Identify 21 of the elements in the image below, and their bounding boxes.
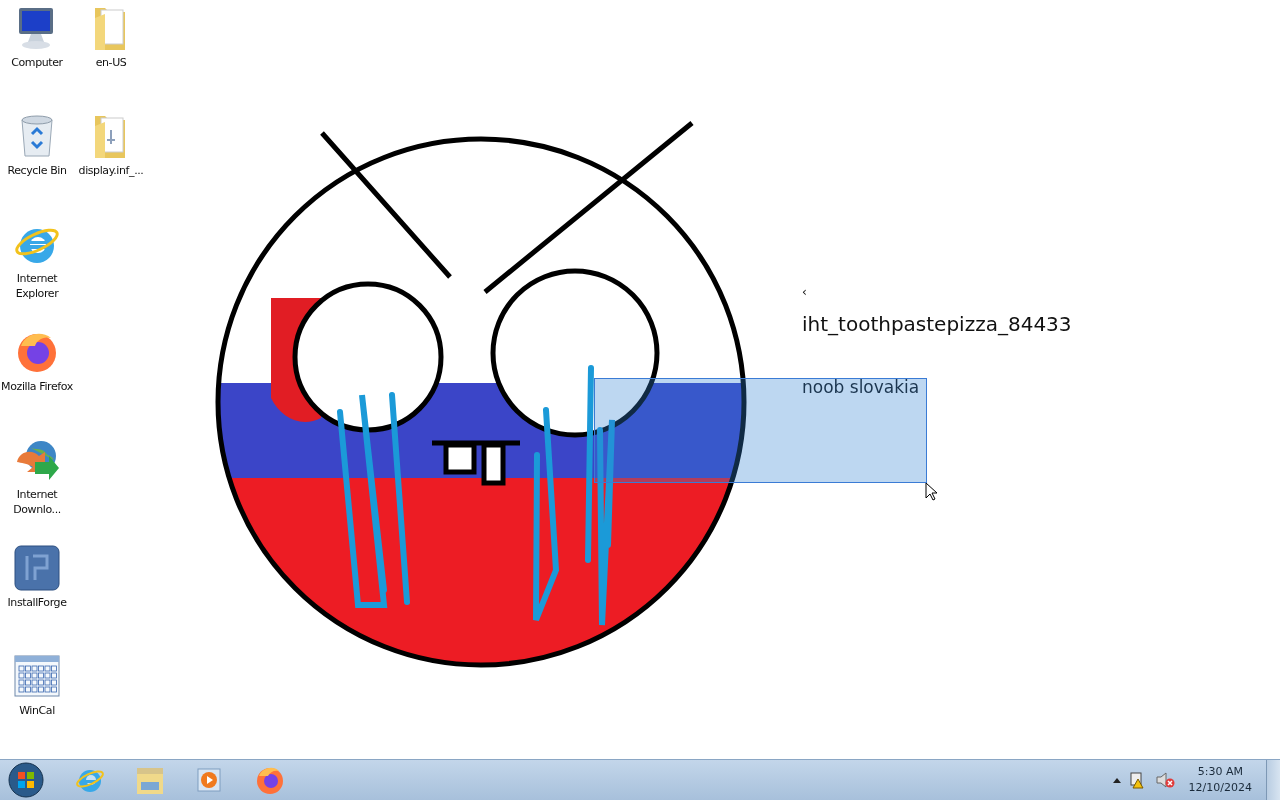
clock[interactable]: 5:30 AM 12/10/2024 — [1182, 764, 1258, 796]
cursor-icon — [925, 482, 937, 501]
desktop-icon-label[interactable]: display.inf_... — [73, 163, 149, 178]
windows-logo-icon — [8, 762, 44, 798]
show-hidden-icons-button[interactable] — [1112, 777, 1121, 783]
desktop-icon-label[interactable]: en-US — [73, 55, 149, 70]
wallpaper-text: iht_toothpastepizza_84433 — [802, 312, 1072, 336]
network-icon[interactable] — [1128, 771, 1147, 789]
desktop-icon-label[interactable]: Internet Downlo... — [0, 487, 75, 517]
desktop-icon-label[interactable]: Recycle Bin — [0, 163, 75, 178]
speaker-icon[interactable] — [1154, 771, 1175, 789]
calendar-icon — [13, 652, 61, 700]
desktop-icon-label[interactable]: InstallForge — [0, 595, 75, 610]
desktop-icon-label[interactable]: WinCal — [0, 703, 75, 718]
installforge-icon — [13, 544, 61, 592]
desktop-icon-label[interactable]: Computer — [0, 55, 75, 70]
wallpaper-text: noob slovakia — [802, 377, 920, 397]
show-desktop-button[interactable] — [1266, 760, 1280, 800]
desktop-icon-label[interactable]: Internet Explorer — [0, 271, 75, 301]
desktop-icon-label[interactable]: Mozilla Firefox — [0, 379, 75, 394]
wallpaper-text: ‹ — [802, 285, 807, 299]
